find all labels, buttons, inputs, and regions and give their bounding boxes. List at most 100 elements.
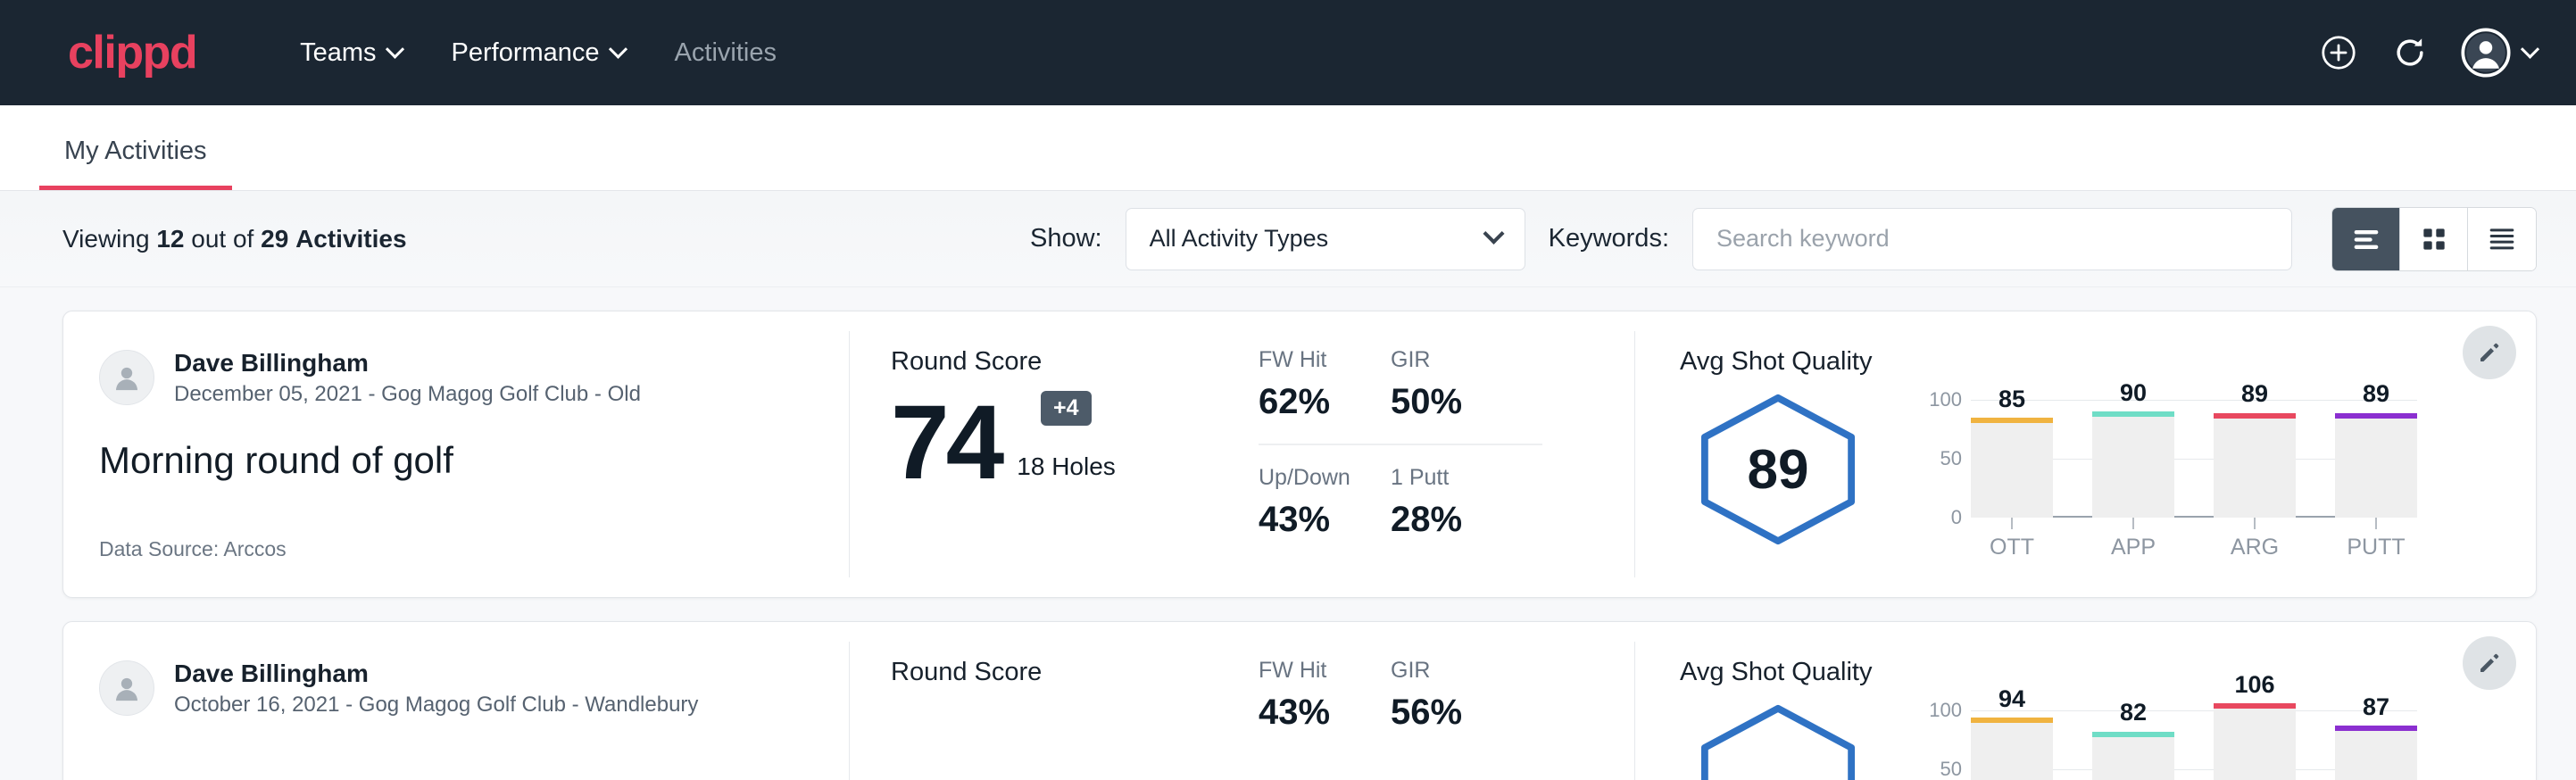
avg-shot-quality-label: Avg Shot Quality: [1680, 658, 2500, 687]
y-tick-label: 50: [1940, 758, 1962, 780]
chevron-down-icon: [1483, 223, 1504, 245]
edit-activity-button[interactable]: [2463, 326, 2516, 379]
refresh-icon: [2390, 33, 2430, 72]
bar-cap: [2092, 732, 2174, 737]
y-tick-label: 50: [1940, 447, 1962, 470]
navbar-actions: [2318, 28, 2537, 78]
activity-card[interactable]: Dave Billingham October 16, 2021 - Gog M…: [62, 621, 2537, 780]
bar-cap: [2214, 703, 2296, 709]
activity-card[interactable]: Dave Billingham December 05, 2021 - Gog …: [62, 311, 2537, 598]
bar-cap: [2214, 413, 2296, 419]
data-source: Data Source: Arccos: [99, 537, 813, 561]
activity-type-select[interactable]: All Activity Types: [1126, 208, 1525, 270]
x-tick: [2335, 518, 2417, 529]
viewing-count: 12: [156, 225, 184, 253]
chart-y-axis: 100 50 0: [1912, 400, 1962, 518]
viewing-summary: Viewing 12 out of 29 Activities: [62, 225, 407, 253]
bar-app: 82: [2092, 710, 2174, 780]
stat-value: 28%: [1391, 500, 1542, 540]
nav-item-label: Performance: [452, 38, 600, 68]
bar-value-label: 106: [2214, 671, 2296, 699]
bar-value-label: 85: [1971, 386, 2053, 413]
stat-up-down: Up/Down 43%: [1259, 465, 1391, 561]
view-mode-list-button[interactable]: [2332, 208, 2400, 270]
x-tick: [1971, 518, 2053, 529]
stat-label: FW Hit: [1259, 658, 1391, 684]
bar-value-label: 82: [2092, 699, 2174, 726]
add-activity-button[interactable]: [2318, 32, 2359, 73]
stat-label: 1 Putt: [1391, 465, 1542, 491]
activity-author: Dave Billingham December 05, 2021 - Gog …: [99, 347, 813, 407]
list-view-icon: [2348, 221, 2384, 257]
stat-gir: GIR 56%: [1391, 658, 1542, 780]
x-tick: [2214, 518, 2296, 529]
nav-item-performance[interactable]: Performance: [427, 29, 650, 77]
shot-quality-chart: 100 50 0: [1912, 694, 2417, 780]
chevron-down-icon: [608, 39, 627, 58]
quality-hexagon: [1680, 694, 1876, 780]
bar-arg: 106: [2214, 710, 2296, 780]
compact-view-icon: [2484, 221, 2520, 257]
user-menu[interactable]: [2461, 28, 2537, 78]
y-tick-label: 0: [1951, 506, 1962, 529]
refresh-button[interactable]: [2389, 32, 2431, 73]
stat-one-putt: 1 Putt 28%: [1391, 465, 1542, 561]
chart-bars: 94 82: [1971, 710, 2417, 780]
viewing-suffix: Activities: [295, 225, 407, 253]
x-tick: [2092, 518, 2174, 529]
nav-item-label: Activities: [675, 38, 777, 68]
filter-bar: Viewing 12 out of 29 Activities Show: Al…: [0, 191, 2576, 287]
round-score-label: Round Score: [891, 658, 1248, 687]
tab-my-activities[interactable]: My Activities: [39, 137, 232, 190]
activity-meta: October 16, 2021 - Gog Magog Golf Club -…: [174, 693, 698, 718]
stat-label: GIR: [1391, 658, 1542, 684]
y-tick-label: 100: [1929, 699, 1962, 722]
bar-cap: [2335, 413, 2417, 419]
bar-value-label: 87: [2335, 693, 2417, 721]
viewing-total: 29: [261, 225, 288, 253]
chart-x-ticks: [1971, 518, 2417, 529]
stat-value: 62%: [1259, 382, 1391, 422]
app-logo[interactable]: clippd: [68, 26, 196, 79]
avatar: [99, 350, 154, 405]
view-mode-compact-button[interactable]: [2468, 208, 2536, 270]
bar-putt: 89: [2335, 400, 2417, 518]
bar-cap: [1971, 418, 2053, 423]
show-label: Show:: [1030, 224, 1102, 253]
avg-shot-quality-label: Avg Shot Quality: [1680, 347, 2500, 377]
round-score-value: 74: [891, 398, 1001, 488]
activity-title: Morning round of golf: [99, 439, 813, 482]
activity-identity: Dave Billingham October 16, 2021 - Gog M…: [63, 642, 849, 780]
user-avatar-icon: [109, 360, 145, 395]
nav-item-teams[interactable]: Teams: [275, 29, 426, 77]
stat-label: GIR: [1391, 347, 1542, 373]
bar-app: 90: [2092, 400, 2174, 518]
activity-author: Dave Billingham October 16, 2021 - Gog M…: [99, 658, 813, 718]
quality-score-value: 89: [1748, 438, 1809, 502]
chart-y-axis: 100 50 0: [1912, 710, 1962, 780]
quality-hexagon: 89: [1680, 384, 1876, 548]
round-stats: FW Hit 43% GIR 56%: [1259, 658, 1542, 780]
stat-value: 43%: [1259, 693, 1391, 733]
search-input[interactable]: [1692, 208, 2292, 270]
edit-activity-button[interactable]: [2463, 636, 2516, 690]
avg-shot-quality-section: Avg Shot Quality 89 100 50: [1634, 331, 2536, 577]
stat-label: FW Hit: [1259, 347, 1391, 373]
stat-fw-hit: FW Hit 62%: [1259, 347, 1391, 445]
view-mode-toggle: [2331, 207, 2537, 271]
view-mode-grid-button[interactable]: [2400, 208, 2468, 270]
chart-plot-area: 85 90: [1971, 400, 2417, 518]
round-score-section: Round Score FW Hit 43% GIR 56%: [849, 642, 1634, 780]
bar-ott: 85: [1971, 400, 2053, 518]
stat-value: 50%: [1391, 382, 1542, 422]
avg-shot-quality-section: Avg Shot Quality 100 50: [1634, 642, 2536, 780]
bar-putt: 87: [2335, 710, 2417, 780]
chart-x-axis: OTT APP ARG PUTT: [1971, 535, 2417, 560]
viewing-mid: out of: [191, 225, 253, 253]
x-tick-label: APP: [2092, 535, 2174, 560]
player-name: Dave Billingham: [174, 347, 641, 378]
avatar: [99, 660, 154, 716]
y-tick-label: 100: [1929, 388, 1962, 411]
activity-identity: Dave Billingham December 05, 2021 - Gog …: [63, 331, 849, 577]
nav-item-activities[interactable]: Activities: [650, 29, 802, 77]
